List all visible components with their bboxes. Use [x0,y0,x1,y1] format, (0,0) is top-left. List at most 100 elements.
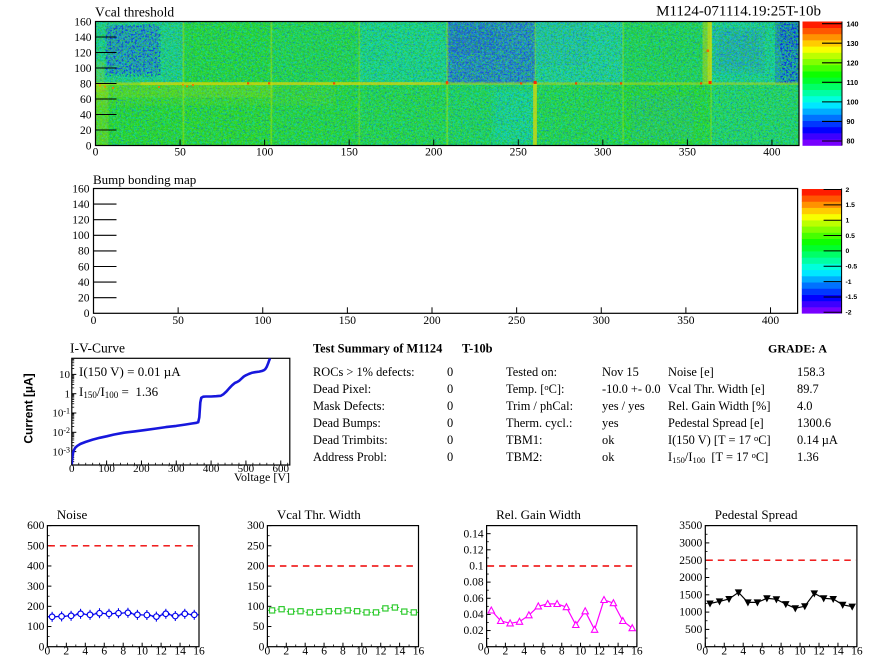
svg-text:Pedestal Spread: Pedestal Spread [715,507,798,522]
svg-text:Nov 15: Nov 15 [602,365,639,379]
svg-text:0: 0 [93,146,99,158]
svg-text:ok: ok [602,450,615,464]
svg-text:100: 100 [72,230,90,242]
svg-text:14: 14 [832,646,844,658]
svg-text:100: 100 [27,621,45,633]
svg-text:0: 0 [86,140,92,152]
svg-text:80: 80 [78,246,90,258]
svg-text:-2: -2 [846,310,852,317]
svg-text:150: 150 [247,581,265,593]
svg-text:0.5: 0.5 [846,233,856,240]
svg-text:0: 0 [447,399,453,413]
svg-text:400: 400 [763,146,781,158]
svg-text:150: 150 [339,315,357,327]
svg-text:50: 50 [172,315,184,327]
svg-text:80: 80 [847,137,855,146]
svg-text:ok: ok [602,433,615,447]
svg-text:1.36: 1.36 [797,450,819,464]
svg-text:Noise [e]: Noise [e] [668,365,714,379]
svg-text:Vcal threshold: Vcal threshold [95,5,174,20]
svg-text:ROCs > 1% defects:: ROCs > 1% defects: [313,365,415,379]
svg-text:Current [µA]: Current [µA] [22,373,36,443]
svg-text:0: 0 [45,646,51,658]
svg-text:GRADE: A: GRADE: A [768,341,827,355]
svg-text:-1: -1 [846,279,852,286]
svg-text:300: 300 [27,581,45,593]
svg-text:300: 300 [593,315,611,327]
svg-text:TBM1:: TBM1: [506,433,543,447]
svg-text:1.5: 1.5 [846,202,856,209]
svg-text:140: 140 [74,32,92,44]
svg-text:0.04: 0.04 [463,609,483,621]
svg-text:10: 10 [136,646,148,658]
svg-text:Tested on:: Tested on: [506,365,557,379]
svg-text:0: 0 [39,641,45,653]
svg-text:12: 12 [594,646,606,658]
svg-text:16: 16 [631,646,643,658]
svg-text:Dead Trimbits:: Dead Trimbits: [313,433,388,447]
svg-text:250: 250 [508,315,526,327]
svg-text:Vcal Thr. Width: Vcal Thr. Width [277,507,361,522]
svg-text:Bump bonding map: Bump bonding map [93,172,196,187]
svg-text:Trim / phCal:: Trim / phCal: [506,399,573,413]
svg-text:-0.5: -0.5 [846,264,858,271]
svg-text:0.02: 0.02 [463,625,483,637]
svg-text:350: 350 [677,315,695,327]
svg-text:250: 250 [510,146,528,158]
svg-text:0: 0 [478,641,484,653]
svg-text:0: 0 [84,308,90,320]
svg-text:2: 2 [846,187,850,194]
svg-text:90: 90 [847,117,855,126]
svg-text:0: 0 [702,646,708,658]
svg-text:TBM2:: TBM2: [506,450,543,464]
svg-text:250: 250 [247,540,265,552]
svg-text:140: 140 [847,19,859,28]
svg-text:0.14 µA: 0.14 µA [797,433,838,447]
svg-text:Rel. Gain Width [%]: Rel. Gain Width [%] [668,399,771,413]
svg-text:20: 20 [80,125,92,137]
svg-text:200: 200 [425,146,443,158]
svg-text:3000: 3000 [679,538,702,550]
svg-text:0: 0 [91,315,97,327]
svg-text:0.12: 0.12 [463,544,483,556]
svg-text:6: 6 [759,646,765,658]
svg-text:4: 4 [740,646,746,658]
svg-text:160: 160 [72,183,90,195]
svg-text:12: 12 [375,646,387,658]
svg-text:6: 6 [540,646,546,658]
svg-text:500: 500 [685,624,703,636]
svg-text:10: 10 [575,646,587,658]
svg-text:10: 10 [356,646,368,658]
svg-text:1300.6: 1300.6 [797,416,831,430]
svg-text:0: 0 [697,641,703,653]
svg-text:150: 150 [341,146,359,158]
svg-text:3500: 3500 [679,520,702,532]
svg-text:100: 100 [847,98,859,107]
svg-text:100: 100 [247,601,265,613]
svg-text:2: 2 [283,646,289,658]
svg-text:-10.0 +- 0.0: -10.0 +- 0.0 [602,382,661,396]
svg-text:0.06: 0.06 [463,593,483,605]
svg-text:100: 100 [74,63,92,75]
svg-text:1500: 1500 [679,589,702,601]
svg-text:Noise: Noise [57,507,88,522]
svg-text:-1.5: -1.5 [846,294,858,301]
svg-text:2500: 2500 [679,555,702,567]
svg-text:89.7: 89.7 [797,382,819,396]
svg-text:6: 6 [321,646,327,658]
svg-text:12: 12 [155,646,167,658]
svg-text:M1124-071114.19:25T-10b: M1124-071114.19:25T-10b [656,4,821,20]
svg-text:Pedestal Spread [e]: Pedestal Spread [e] [668,416,764,430]
svg-text:Dead Pixel:: Dead Pixel: [313,382,371,396]
svg-text:2000: 2000 [679,572,702,584]
svg-text:100: 100 [254,315,272,327]
svg-text:T-10b: T-10b [462,341,493,355]
svg-text:60: 60 [78,261,90,273]
svg-text:Vcal Thr. Width [e]: Vcal Thr. Width [e] [668,382,765,396]
svg-text:10: 10 [794,646,806,658]
svg-text:120: 120 [847,58,859,67]
svg-text:16: 16 [851,646,863,658]
svg-text:1000: 1000 [679,607,702,619]
svg-text:0.1: 0.1 [469,561,484,573]
svg-text:50: 50 [253,621,265,633]
